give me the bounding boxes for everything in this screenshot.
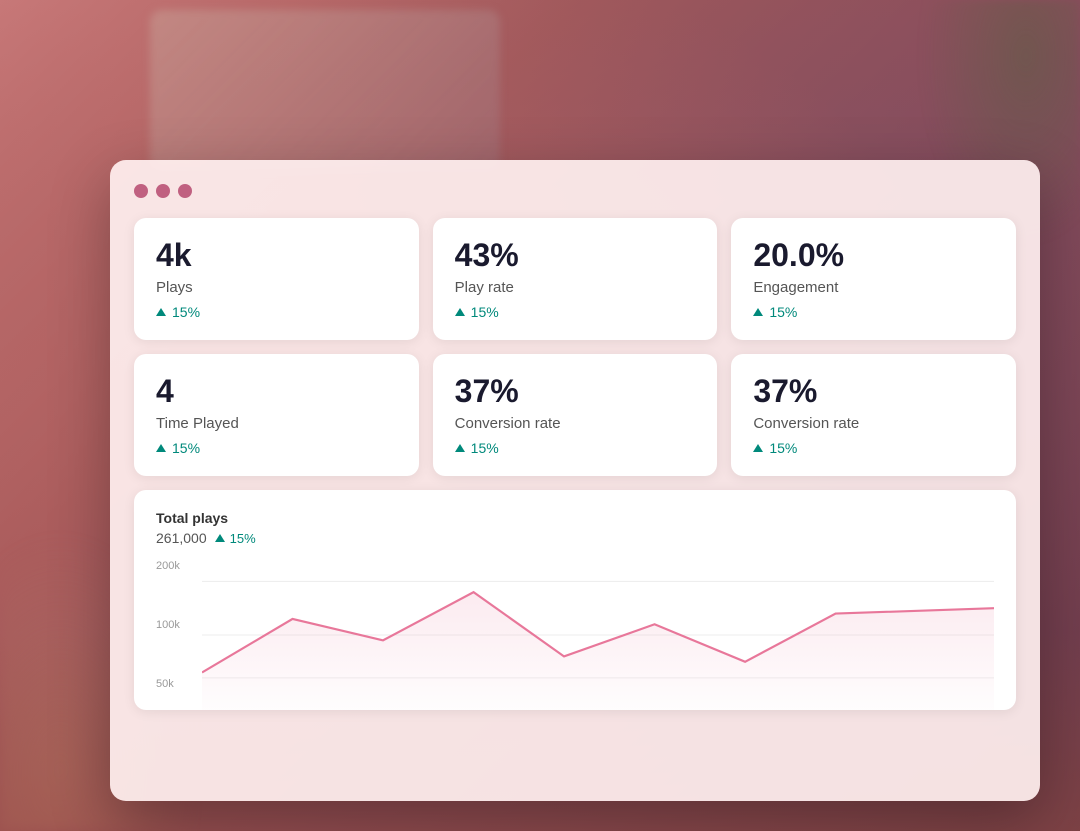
plays-up-icon (156, 308, 166, 316)
engagement-change: 15% (753, 304, 994, 320)
metric-card-engagement: 20.0% Engagement 15% (731, 218, 1016, 340)
chart-value: 261,000 (156, 530, 207, 546)
conversion2-up-icon (753, 444, 763, 452)
chart-y-labels: 200k 100k 50k (156, 560, 180, 690)
plays-change: 15% (156, 304, 397, 320)
plays-label: Plays (156, 279, 397, 296)
engagement-value: 20.0% (753, 238, 994, 273)
chart-y-50k: 50k (156, 678, 180, 690)
time-played-change: 15% (156, 440, 397, 456)
conversion2-label: Conversion rate (753, 415, 994, 432)
play-rate-up-icon (455, 308, 465, 316)
metrics-grid-top: 4k Plays 15% 43% Play rate 15% 20.0% Eng… (134, 218, 1016, 340)
conversion1-value: 37% (455, 374, 696, 409)
metric-card-play-rate: 43% Play rate 15% (433, 218, 718, 340)
plays-value: 4k (156, 238, 397, 273)
traffic-light-red[interactable] (134, 184, 148, 198)
chart-card: Total plays 261,000 15% 200k 100k 50k (134, 490, 1016, 710)
time-played-label: Time Played (156, 415, 397, 432)
traffic-light-green[interactable] (178, 184, 192, 198)
chart-title: Total plays (156, 510, 994, 526)
chart-y-200k: 200k (156, 560, 180, 572)
chart-subtitle-row: 261,000 15% (156, 530, 994, 546)
metric-card-conversion-1: 37% Conversion rate 15% (433, 354, 718, 476)
engagement-label: Engagement (753, 279, 994, 296)
metric-card-conversion-2: 37% Conversion rate 15% (731, 354, 1016, 476)
metric-card-time-played: 4 Time Played 15% (134, 354, 419, 476)
chart-svg (202, 560, 994, 710)
dashboard-window: 4k Plays 15% 43% Play rate 15% 20.0% Eng… (110, 160, 1040, 801)
chart-fill-area (202, 593, 994, 711)
chart-change: 15% (215, 531, 256, 546)
engagement-up-icon (753, 308, 763, 316)
time-played-up-icon (156, 444, 166, 452)
conversion1-label: Conversion rate (455, 415, 696, 432)
chart-up-icon (215, 534, 225, 542)
play-rate-change: 15% (455, 304, 696, 320)
chart-y-100k: 100k (156, 619, 180, 631)
chart-svg-container (202, 560, 994, 710)
conversion1-change: 15% (455, 440, 696, 456)
conversion2-change: 15% (753, 440, 994, 456)
play-rate-value: 43% (455, 238, 696, 273)
traffic-lights (134, 184, 1016, 198)
play-rate-label: Play rate (455, 279, 696, 296)
traffic-light-yellow[interactable] (156, 184, 170, 198)
conversion1-up-icon (455, 444, 465, 452)
metric-card-plays: 4k Plays 15% (134, 218, 419, 340)
metrics-grid-bottom: 4 Time Played 15% 37% Conversion rate 15… (134, 354, 1016, 476)
chart-area: 200k 100k 50k (156, 560, 994, 710)
time-played-value: 4 (156, 374, 397, 409)
conversion2-value: 37% (753, 374, 994, 409)
